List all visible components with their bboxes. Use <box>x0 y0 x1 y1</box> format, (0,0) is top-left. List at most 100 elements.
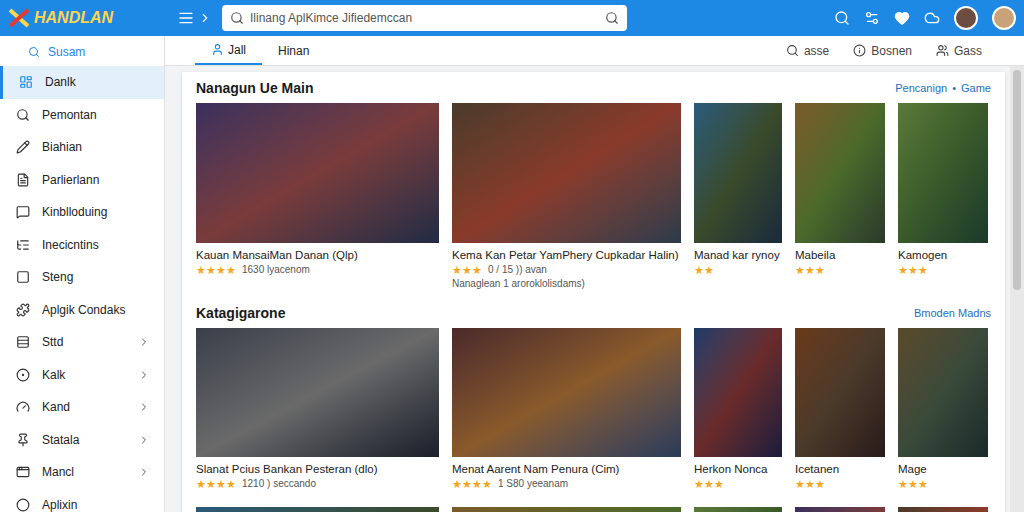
game-card[interactable]: Menat Aarent Nam Penura (Cim)★★★★ 1 S80 y… <box>452 328 681 491</box>
sidebar-item-icon <box>16 433 30 447</box>
logo-text: HANDLAN <box>34 6 113 30</box>
sidebar-item[interactable]: Inecicntins <box>0 229 164 262</box>
section-link[interactable]: Bmoden Madns <box>914 305 991 322</box>
game-card[interactable]: Slanat Pcius Bankan Pesteran (dlo)★★★★12… <box>196 328 439 491</box>
game-card[interactable]: Mabeila★★★ <box>795 103 885 291</box>
sidebar-item[interactable]: Statala <box>0 424 164 457</box>
sidebar-item-icon <box>19 75 33 89</box>
action-button[interactable]: asse <box>774 42 841 60</box>
sidebar-item[interactable]: Steng <box>0 261 164 294</box>
logo[interactable]: HANDLAN <box>8 6 168 30</box>
sidebar-item-icon <box>16 368 30 382</box>
sidebar-item-icon <box>16 335 30 349</box>
sidebar-item-icon <box>16 465 30 479</box>
game-meta: 0 / 15 )) avan <box>488 263 547 277</box>
action-button[interactable]: Bosnen <box>841 42 924 60</box>
game-cover <box>898 507 988 512</box>
sidebar-item[interactable]: Aplgik Condaks <box>0 294 164 327</box>
action-icon <box>853 44 866 57</box>
action-icon <box>786 44 799 57</box>
star-rating: ★★★ <box>452 263 482 277</box>
sidebar-item[interactable]: Kand <box>0 391 164 424</box>
game-card[interactable]: Kamogen★★★ <box>898 103 988 291</box>
sidebar-item-icon <box>16 205 30 219</box>
scrollbar[interactable] <box>1010 66 1024 512</box>
section-link[interactable]: Pencanign <box>895 80 947 97</box>
search-submit-icon[interactable] <box>605 11 619 25</box>
game-meta: 1 S80 yeeanam <box>498 477 568 491</box>
star-rating: ★★ <box>694 263 714 277</box>
game-cover <box>694 103 782 243</box>
sidebar-item-icon <box>16 140 30 154</box>
tab[interactable]: Hinan <box>262 36 325 65</box>
game-title: Menat Aarent Nam Penura (Cim) <box>452 462 681 477</box>
game-cover <box>898 103 988 243</box>
star-rating: ★★★ <box>795 477 825 491</box>
sidebar-item[interactable]: Mancl <box>0 456 164 489</box>
section: Nanagun Ue MainPencanign•GameKauan Mansa… <box>196 78 991 291</box>
game-cover <box>694 507 782 512</box>
sidebar-item[interactable]: Pemontan <box>0 99 164 132</box>
sidebar-item[interactable]: Biahian <box>0 131 164 164</box>
sidebar-item[interactable]: Aplixin <box>0 489 164 512</box>
sidebar-item-icon <box>16 400 30 414</box>
avatar-icon[interactable] <box>954 6 978 30</box>
game-card[interactable]: Herkon Nonca★★★ <box>694 328 782 491</box>
game-card[interactable]: Kauan MansaiMan Danan (Qlp)★★★★1630 lyac… <box>196 103 439 291</box>
game-cover <box>452 328 681 457</box>
game-title: Herkon Nonca <box>694 462 782 477</box>
section-link[interactable]: Game <box>961 80 991 97</box>
game-title: Kauan MansaiMan Danan (Qlp) <box>196 248 439 263</box>
action-button[interactable]: Gass <box>924 42 994 60</box>
sidebar-item-icon <box>16 173 30 187</box>
sidebar-item[interactable]: Sttd <box>0 326 164 359</box>
game-cover <box>452 507 681 512</box>
avatar-icon[interactable] <box>992 6 1016 30</box>
game-cover <box>898 328 988 457</box>
chevron-icon <box>138 336 150 348</box>
game-title: Kamogen <box>898 248 988 263</box>
section: KatagigaroneBmoden Madns Slanat Pcius Ban… <box>196 303 991 491</box>
sidebar-item[interactable]: Danlk <box>0 66 164 99</box>
star-rating: ★★★ <box>795 263 825 277</box>
menu-icon[interactable] <box>178 10 194 26</box>
search-icon[interactable] <box>834 10 850 26</box>
game-card[interactable]: Icetanen★★★ <box>795 328 885 491</box>
heart-icon[interactable] <box>894 10 910 26</box>
game-card[interactable]: Mage★★★ <box>898 328 988 491</box>
sidebar-item-icon <box>16 270 30 284</box>
sidebar-item[interactable]: Kinblloduing <box>0 196 164 229</box>
cloud-icon[interactable] <box>924 10 940 26</box>
game-card[interactable]: Kema Kan Petar YamPhery Cupkadar Halin)★… <box>452 103 681 291</box>
app: HANDLAN Ilinang AplKimce Jifiedemccan Susa… <box>0 0 1024 512</box>
game-cover <box>795 328 885 457</box>
sidebar-item[interactable]: Kalk <box>0 359 164 392</box>
sidebar-item-icon <box>16 108 30 122</box>
game-cover <box>795 507 885 512</box>
sidebar: SusamDanlkPemontanBiahianParlierlannKinb… <box>0 36 165 512</box>
sidebar-item[interactable]: Parlierlann <box>0 164 164 197</box>
tools-icon[interactable] <box>864 10 880 26</box>
game-cover <box>196 507 439 512</box>
game-title: Mage <box>898 462 988 477</box>
tab[interactable]: Jall <box>195 36 262 65</box>
game-title: Kema Kan Petar YamPhery Cupkadar Halin) <box>452 248 681 263</box>
star-rating: ★★★★ <box>452 477 492 491</box>
search-field[interactable]: Ilinang AplKimce Jifiedemccan <box>222 5 627 31</box>
game-title: Icetanen <box>795 462 885 477</box>
expand-icon[interactable] <box>198 11 212 25</box>
game-card[interactable]: Manad kar rynoy★★ <box>694 103 782 291</box>
sidebar-search[interactable]: Susam <box>0 36 164 66</box>
logo-icon <box>8 8 30 28</box>
search-icon <box>230 11 244 25</box>
game-title: Manad kar rynoy <box>694 248 782 263</box>
game-meta: 1210 ) seccando <box>242 477 316 491</box>
game-cover <box>452 103 681 243</box>
search-placeholder: Ilinang AplKimce Jifiedemccan <box>250 9 599 27</box>
section-link[interactable]: • <box>952 80 956 97</box>
section-title: Katagigarone <box>196 303 914 324</box>
game-cover <box>196 328 439 457</box>
sidebar-item-icon <box>16 303 30 317</box>
chevron-icon <box>138 466 150 478</box>
game-title: Mabeila <box>795 248 885 263</box>
